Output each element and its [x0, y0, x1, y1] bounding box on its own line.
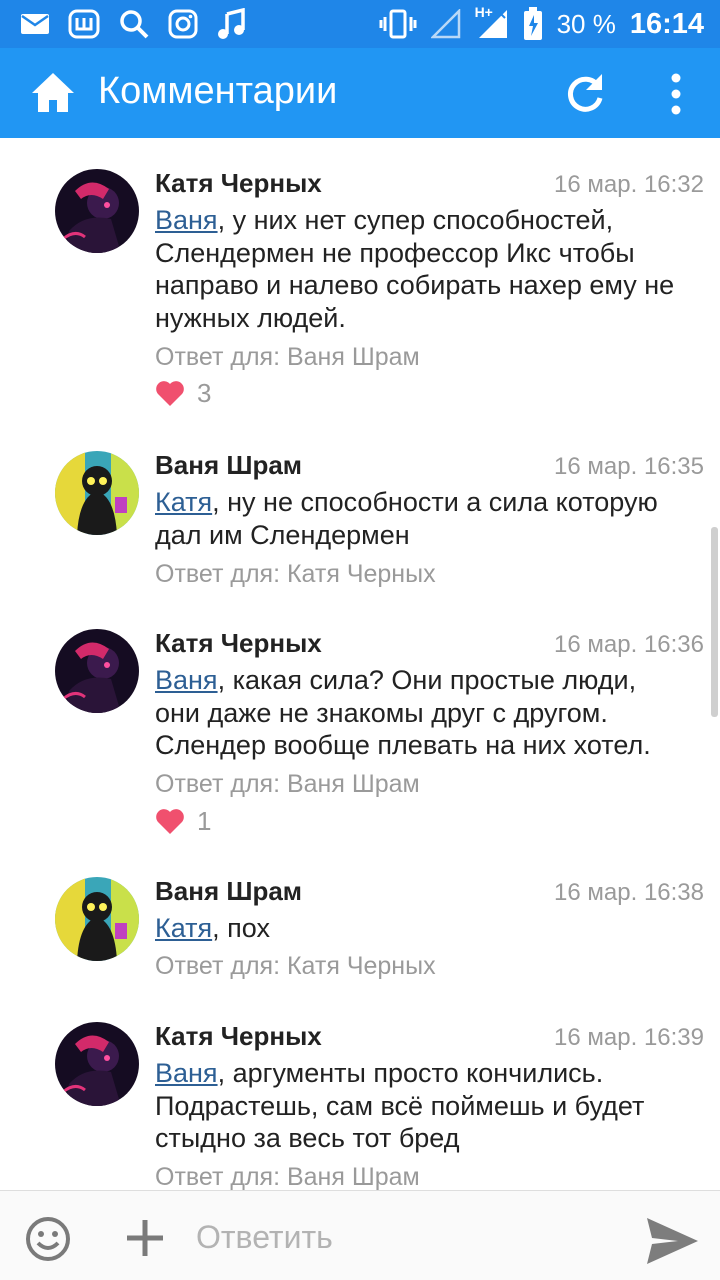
comment-line: Слендермен не профессор Икс чтобы: [155, 237, 635, 268]
mention-link[interactable]: Катя: [155, 913, 212, 943]
comment-line: стыдно за весь тот бред: [155, 1123, 460, 1153]
page-title: Комментарии: [98, 70, 338, 112]
app-w-icon: [68, 9, 100, 39]
comment-item[interactable]: Катя Черных 16 мар. 16:36 Ваня, какая си…: [0, 598, 720, 848]
avatar[interactable]: [55, 451, 139, 535]
likes-count: 1: [197, 805, 212, 836]
send-button[interactable]: [644, 1215, 700, 1267]
reply-to-label[interactable]: Ответ для: Ваня Шрам: [155, 770, 420, 799]
mention-link[interactable]: Ваня: [155, 665, 218, 695]
comment-text: Катя, пох: [155, 912, 705, 945]
avatar[interactable]: [55, 169, 139, 253]
home-button[interactable]: [30, 70, 76, 116]
plus-icon: [127, 1220, 163, 1256]
comment-date: 16 мар. 16:35: [554, 453, 704, 480]
instagram-icon: [168, 9, 198, 39]
comment-line: , у них нет супер способностей,: [217, 205, 614, 235]
status-bar: H+ 30 % 16:14: [0, 0, 720, 48]
reply-input[interactable]: [196, 1213, 616, 1261]
notification-icons: [20, 6, 246, 42]
mention-link[interactable]: Катя: [155, 487, 212, 517]
refresh-button[interactable]: [562, 70, 608, 116]
battery-icon: [523, 7, 542, 40]
comment-line: нужных людей.: [155, 302, 346, 333]
home-icon: [32, 73, 74, 112]
comment-item[interactable]: Ваня Шрам 16 мар. 16:35 Катя, ну не спос…: [0, 420, 720, 600]
app-bar: Комментарии: [0, 48, 720, 138]
more-options-button[interactable]: [664, 72, 688, 116]
reply-to-label[interactable]: Ответ для: Ваня Шрам: [155, 1163, 420, 1190]
comment-line: Подрастешь, сам всё поймешь и будет: [155, 1090, 645, 1121]
reply-to-label[interactable]: Ответ для: Катя Черных: [155, 560, 436, 589]
mention-link[interactable]: Ваня: [155, 1058, 218, 1088]
vibrate-icon: [379, 9, 417, 39]
like-button[interactable]: 1: [155, 806, 211, 836]
heart-icon: [156, 809, 184, 834]
battery-percent: 30 %: [556, 8, 616, 39]
clock: 16:14: [629, 7, 704, 40]
comment-line: , аргументы просто кончились.: [217, 1058, 604, 1088]
reply-to-label[interactable]: Ответ для: Ваня Шрам: [155, 343, 420, 372]
comment-text: Ваня, какая сила? Они простые люди, они …: [155, 664, 705, 762]
scrollbar[interactable]: [711, 527, 718, 717]
avatar[interactable]: [55, 1022, 139, 1106]
comment-author[interactable]: Катя Черных: [155, 628, 322, 659]
comment-text: Ваня, аргументы просто кончились. Подрас…: [155, 1057, 705, 1155]
comment-date: 16 мар. 16:38: [554, 879, 704, 906]
comment-item[interactable]: Катя Черных 16 мар. 16:32 Ваня, у них не…: [0, 138, 720, 418]
comment-line: направо и налево собирать нахер ему не: [155, 270, 675, 300]
signal-icon: [430, 9, 460, 39]
reply-composer: [0, 1190, 720, 1280]
comment-line: Слендер вообще плевать на них хотел.: [155, 730, 651, 760]
comment-text: Ваня, у них нет супер способностей, Слен…: [155, 204, 705, 334]
avatar[interactable]: [55, 877, 139, 961]
likes-count: 3: [197, 377, 212, 408]
comments-list[interactable]: Катя Черных 16 мар. 16:32 Ваня, у них не…: [0, 138, 720, 1190]
comment-author[interactable]: Катя Черных: [155, 1021, 322, 1052]
comment-item[interactable]: Катя Черных 16 мар. 16:39 Ваня, аргумент…: [0, 993, 720, 1190]
like-button[interactable]: 3: [155, 378, 211, 408]
comment-author[interactable]: Ваня Шрам: [155, 450, 302, 481]
emoji-button[interactable]: [24, 1215, 72, 1263]
comment-author[interactable]: Катя Черных: [155, 168, 322, 199]
heart-icon: [156, 381, 184, 406]
comment-author[interactable]: Ваня Шрам: [155, 876, 302, 907]
search-icon: [120, 10, 149, 39]
comment-line: дал им Слендермен: [155, 519, 410, 550]
comment-line: , какая сила? Они простые люди,: [217, 665, 637, 695]
avatar[interactable]: [55, 629, 139, 713]
music-icon: [218, 8, 245, 39]
more-vert-icon: [671, 73, 681, 115]
mail-icon: [21, 14, 49, 34]
refresh-icon: [567, 74, 603, 112]
comment-line: , ну не способности а сила которую: [212, 487, 658, 517]
mobile-data-indicator: H+: [475, 4, 509, 40]
mention-link[interactable]: Ваня: [155, 205, 218, 235]
reply-to-label[interactable]: Ответ для: Катя Черных: [155, 952, 436, 981]
send-icon: [647, 1218, 698, 1264]
emoji-icon: [26, 1217, 70, 1261]
comment-line: , пох: [212, 913, 270, 943]
comment-item[interactable]: Ваня Шрам 16 мар. 16:38 Катя, пох Ответ …: [0, 848, 720, 998]
comment-date: 16 мар. 16:32: [554, 171, 704, 198]
attach-button[interactable]: [124, 1217, 166, 1259]
comment-line: они даже не знакомы друг с другом.: [155, 697, 608, 728]
comment-date: 16 мар. 16:39: [554, 1024, 704, 1051]
system-icons: H+ 30 % 16:14: [379, 4, 704, 42]
comment-date: 16 мар. 16:36: [554, 631, 704, 658]
comment-text: Катя, ну не способности а сила которую д…: [155, 486, 705, 551]
